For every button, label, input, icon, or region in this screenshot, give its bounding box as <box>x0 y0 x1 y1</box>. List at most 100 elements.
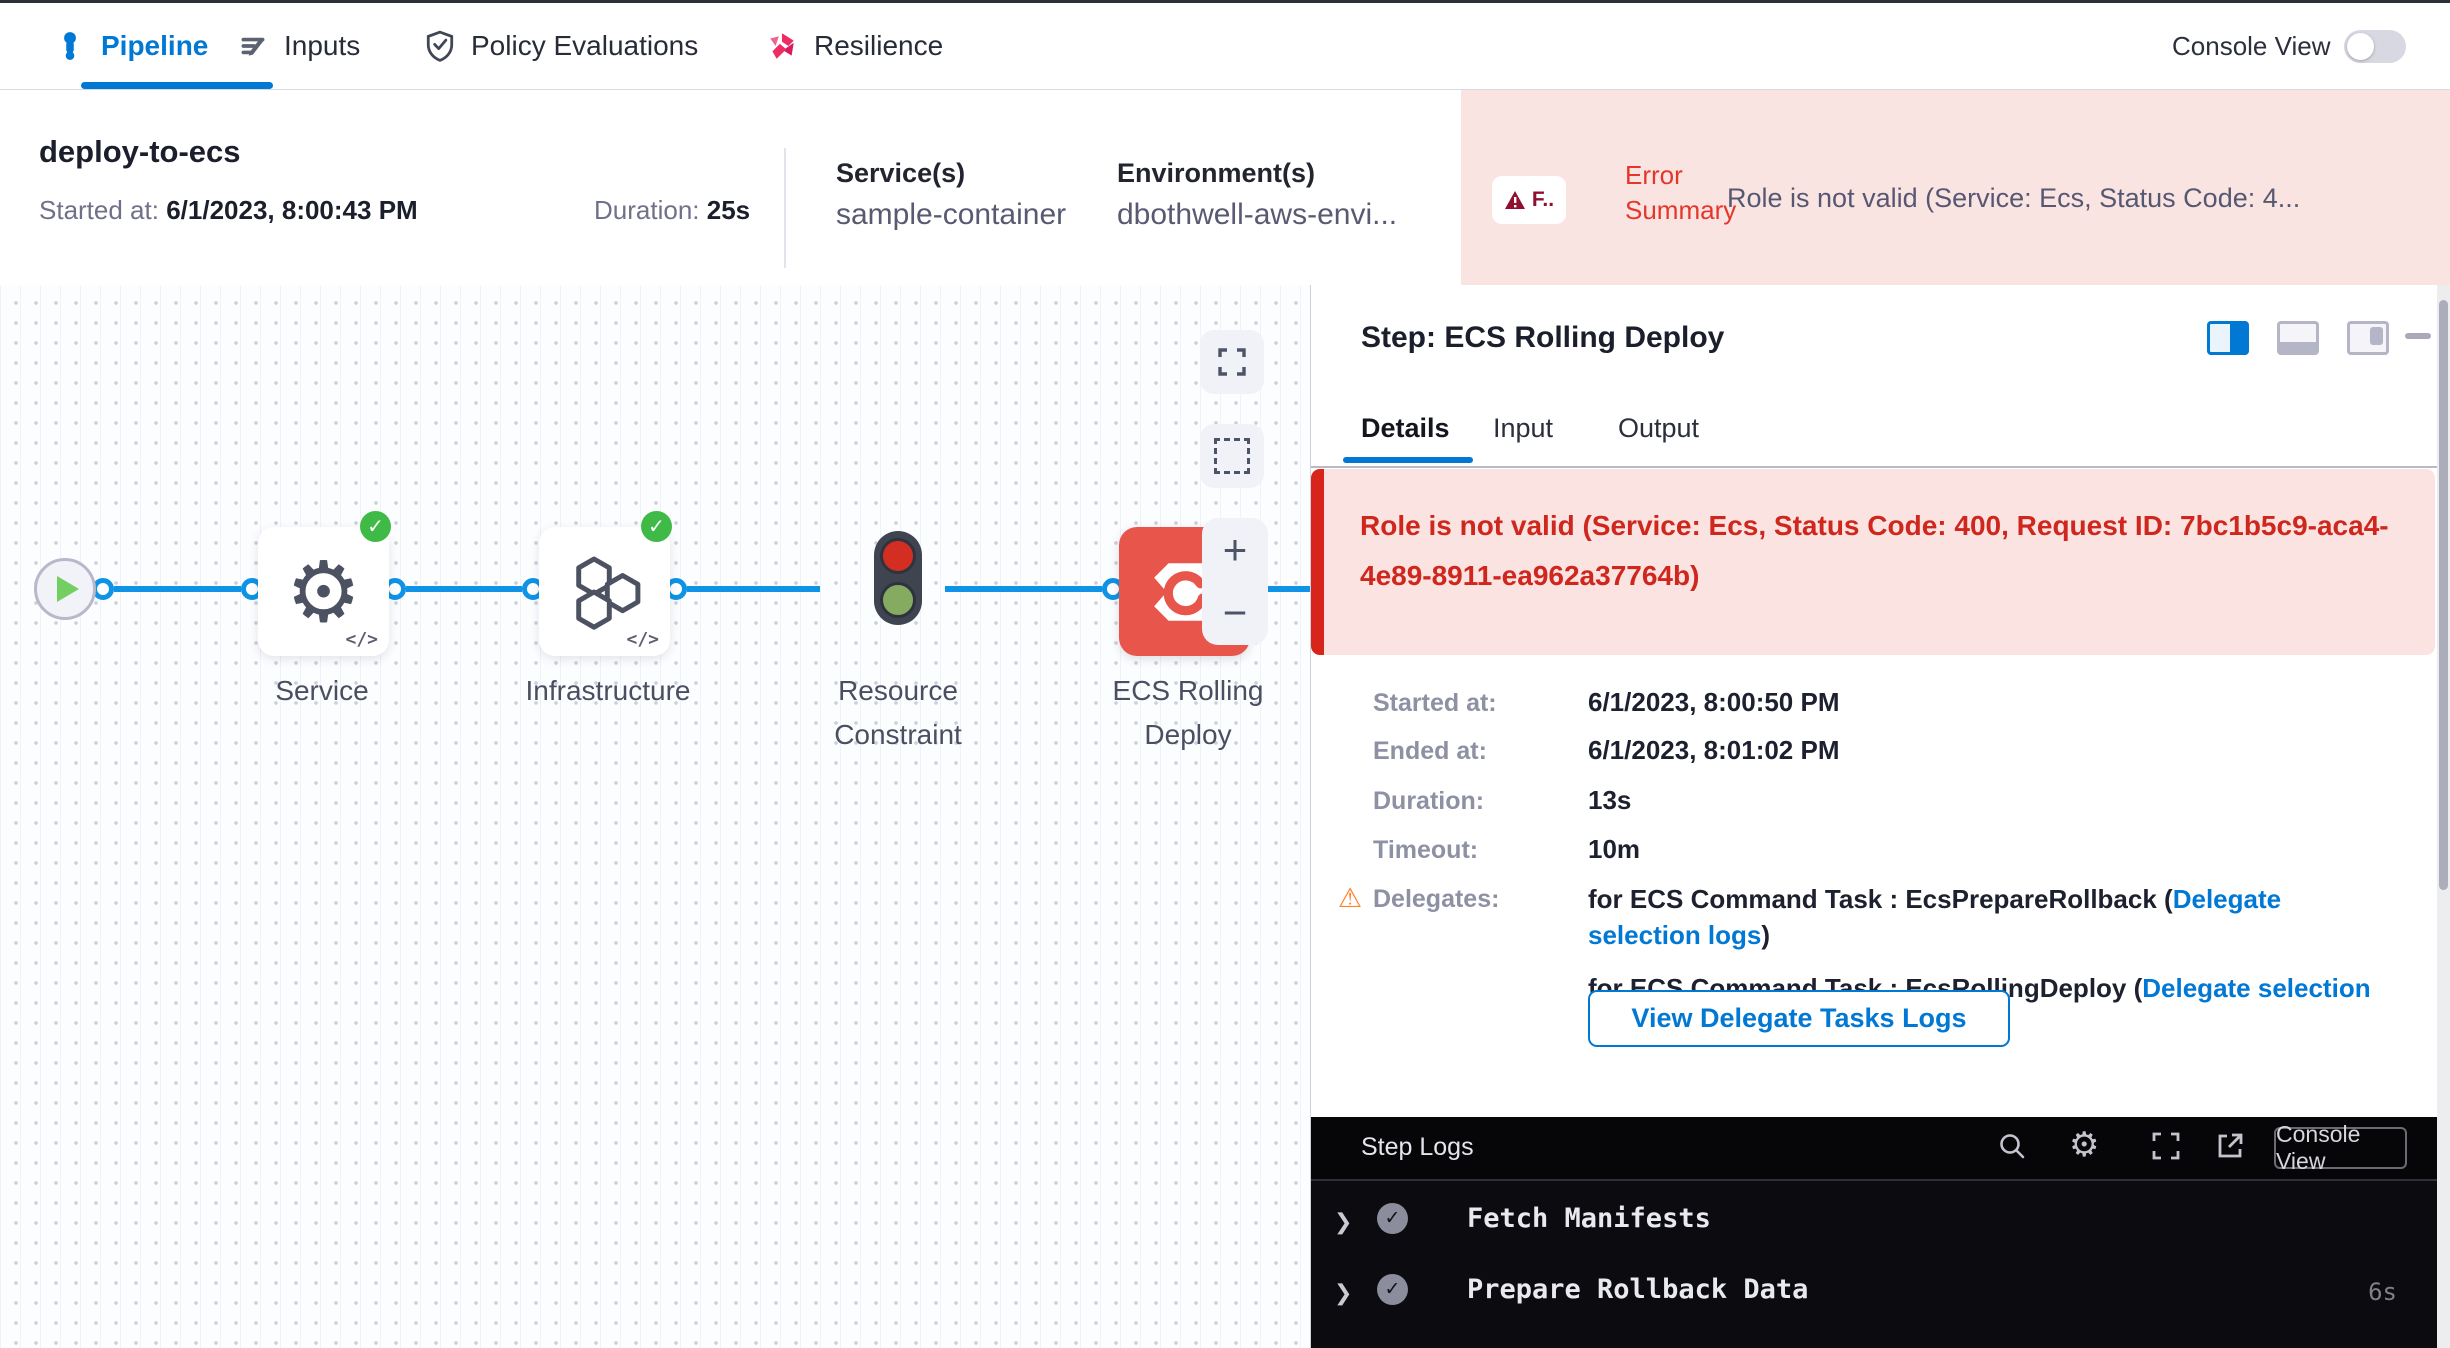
status-badge: F.. <box>1492 176 1566 224</box>
step-logs-title: Step Logs <box>1361 1133 1474 1162</box>
logs-settings-button[interactable]: ⚙ <box>2069 1125 2099 1165</box>
execution-header: deploy-to-ecs Started at: 6/1/2023, 8:00… <box>0 90 2450 286</box>
node-infrastructure[interactable]: </> ✓ <box>539 527 670 656</box>
pipeline-icon <box>55 31 85 61</box>
node-label-infrastructure: Infrastructure <box>508 669 708 713</box>
gear-icon: ⚙ <box>286 550 361 634</box>
pipeline-execution-page: Pipeline Inputs Policy Evaluations <box>0 0 2450 1348</box>
zoom-in-button[interactable]: + <box>1223 529 1248 571</box>
tab-output[interactable]: Output <box>1618 413 1699 444</box>
success-check-icon: ✓ <box>641 511 672 542</box>
edge-start-service <box>114 586 241 592</box>
environments-value[interactable]: dbothwell-aws-envi... <box>1117 198 1397 232</box>
console-view-toggle[interactable] <box>2344 30 2406 63</box>
pipeline-name: deploy-to-ecs <box>39 134 241 170</box>
edge-constraint-ecs <box>945 586 1102 592</box>
detail-timeout-label: Timeout: <box>1373 836 1478 865</box>
log-section-duration: 6s <box>2368 1278 2397 1306</box>
success-check-icon: ✓ <box>360 511 391 542</box>
delegates-warning-icon: ⚠ <box>1338 883 1362 914</box>
duration-value: 25s <box>707 195 750 225</box>
error-summary-label: Error Summary <box>1625 158 1741 228</box>
detail-duration-value: 13s <box>1588 785 1631 816</box>
tab-policy-evaluations[interactable]: Policy Evaluations <box>425 3 698 89</box>
pipeline-canvas[interactable]: ⚙ </> ✓ </> ✓ <box>0 285 1310 1348</box>
detail-delegates-label: Delegates: <box>1373 885 1499 914</box>
node-resource-constraint[interactable] <box>874 531 922 625</box>
layout-floating-fill <box>2370 327 2383 345</box>
detail-timeout-value: 10m <box>1588 834 1640 865</box>
resilience-chaos-icon <box>766 30 798 62</box>
node-label-resource-constraint: Resource Constraint <box>808 669 988 757</box>
node-service[interactable]: ⚙ </> ✓ <box>258 527 389 656</box>
log-section-row[interactable]: ❯ ✓ Prepare Rollback Data 6s <box>1311 1272 2450 1316</box>
log-success-check-icon: ✓ <box>1377 1274 1408 1305</box>
traffic-light-red <box>880 538 916 574</box>
failed-warning-icon <box>1504 190 1526 210</box>
tabs-divider <box>1311 466 2450 468</box>
tab-policy-evaluations-label: Policy Evaluations <box>471 30 698 62</box>
fullscreen-icon <box>1217 347 1247 377</box>
log-section-label: Prepare Rollback Data <box>1467 1274 1808 1305</box>
search-icon <box>1997 1131 2027 1161</box>
zoom-out-button[interactable]: − <box>1223 592 1248 634</box>
details-tab-underline <box>1343 457 1473 463</box>
started-at: Started at: 6/1/2023, 8:00:43 PM <box>39 195 418 226</box>
delegate-text: ) <box>1761 920 1770 950</box>
play-icon <box>57 576 79 602</box>
top-nav: Pipeline Inputs Policy Evaluations <box>0 3 2450 90</box>
log-section-row[interactable]: ❯ ✓ Fetch Manifests <box>1311 1201 2450 1245</box>
tab-resilience[interactable]: Resilience <box>766 3 943 89</box>
step-details-panel: Step: ECS Rolling Deploy Details Input O… <box>1310 285 2450 1348</box>
tab-details[interactable]: Details <box>1361 413 1450 444</box>
step-logs-header: Step Logs ⚙ <box>1311 1117 2450 1181</box>
log-success-check-icon: ✓ <box>1377 1203 1408 1234</box>
traffic-light-green <box>880 582 916 618</box>
canvas-zoom-controls: + − <box>1202 518 1268 645</box>
layout-floating-panel-button[interactable] <box>2347 321 2389 355</box>
external-link-icon <box>2215 1131 2245 1161</box>
code-icon: </> <box>345 629 378 650</box>
logs-console-view-button[interactable]: Console View <box>2274 1127 2407 1169</box>
pipeline-start-node[interactable] <box>34 558 96 620</box>
detail-ended-value: 6/1/2023, 8:01:02 PM <box>1588 735 1840 766</box>
marquee-select-icon <box>1214 438 1250 474</box>
error-summary-text: Role is not valid (Service: Ecs, Status … <box>1727 183 2447 214</box>
console-view-label: Console View <box>2172 31 2331 62</box>
inputs-icon <box>238 31 268 61</box>
chevron-right-icon[interactable]: ❯ <box>1334 1209 1352 1235</box>
canvas-fullscreen-button[interactable] <box>1200 330 1264 394</box>
logs-fullscreen-button[interactable] <box>2151 1131 2181 1166</box>
step-error-banner: Role is not valid (Service: Ecs, Status … <box>1311 469 2435 655</box>
panel-scrollbar-thumb[interactable] <box>2439 300 2448 890</box>
chevron-right-icon[interactable]: ❯ <box>1334 1280 1352 1306</box>
error-summary-strip: F.. Error Summary Role is not valid (Ser… <box>1461 90 2450 285</box>
step-panel-title: Step: ECS Rolling Deploy <box>1361 321 1724 355</box>
delegate-text: for ECS Command Task : EcsPrepareRollbac… <box>1588 884 2173 914</box>
tab-inputs-label: Inputs <box>284 30 360 62</box>
services-value[interactable]: sample-container <box>836 198 1066 232</box>
detail-started-label: Started at: <box>1373 689 1497 718</box>
logs-open-external-button[interactable] <box>2215 1131 2245 1166</box>
header-divider <box>784 148 786 268</box>
code-icon: </> <box>626 629 659 650</box>
canvas-select-button[interactable] <box>1200 424 1264 488</box>
logs-search-button[interactable] <box>1997 1131 2027 1166</box>
detail-duration-label: Duration: <box>1373 787 1484 816</box>
tab-inputs[interactable]: Inputs <box>238 3 360 89</box>
tab-input[interactable]: Input <box>1493 413 1553 444</box>
layout-right-split-button[interactable] <box>2207 321 2249 355</box>
started-at-label: Started at: <box>39 195 159 225</box>
step-logs-console: Step Logs ⚙ <box>1311 1117 2450 1348</box>
status-badge-text: F.. <box>1532 188 1554 212</box>
duration: Duration: 25s <box>594 195 750 226</box>
detail-ended-label: Ended at: <box>1373 737 1487 766</box>
layout-bottom-split-button[interactable] <box>2277 321 2319 355</box>
view-delegate-tasks-logs-button[interactable]: View Delegate Tasks Logs <box>1588 990 2010 1047</box>
fullscreen-icon <box>2151 1131 2181 1161</box>
minimize-panel-button[interactable] <box>2405 333 2431 339</box>
node-label-ecs-rolling-deploy: ECS Rolling Deploy <box>1098 669 1278 757</box>
log-section-label: Fetch Manifests <box>1467 1203 1711 1234</box>
tab-pipeline[interactable]: Pipeline <box>55 3 208 89</box>
tab-pipeline-label: Pipeline <box>101 30 208 62</box>
